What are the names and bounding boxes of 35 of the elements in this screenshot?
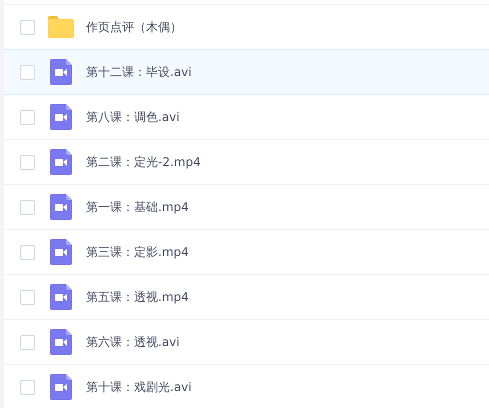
file-name[interactable]: 第八课：调色.avi: [86, 108, 180, 126]
file-name[interactable]: 第十课：戏剧光.avi: [86, 378, 192, 396]
file-row[interactable]: 第六课：透视.avi: [4, 319, 489, 364]
video-file-icon: [50, 374, 72, 400]
video-file-icon: [50, 329, 72, 355]
video-file-icon: [50, 149, 72, 175]
video-file-icon: [50, 239, 72, 265]
checkbox[interactable]: [20, 110, 35, 124]
file-name[interactable]: 作页点评（木偶）: [86, 18, 182, 36]
checkbox[interactable]: [20, 20, 35, 34]
checkbox[interactable]: [20, 64, 35, 80]
checkbox[interactable]: [20, 380, 35, 394]
file-row[interactable]: 第二课：定光-2.mp4: [4, 139, 489, 184]
video-file-icon: [50, 59, 72, 85]
file-row[interactable]: 第一课：基础.mp4: [4, 184, 489, 229]
folder-icon: [48, 16, 74, 38]
file-row[interactable]: 第十二课：毕设.avi: [4, 49, 489, 95]
checkbox[interactable]: [20, 154, 35, 170]
file-name[interactable]: 第二课：定光-2.mp4: [86, 154, 201, 170]
checkbox[interactable]: [20, 200, 35, 214]
file-row[interactable]: 第三课：定影.mp4: [4, 229, 489, 274]
file-row[interactable]: 第八课：调色.avi: [4, 94, 489, 139]
file-name[interactable]: 第十二课：毕设.avi: [86, 64, 192, 80]
video-file-icon: [50, 104, 72, 130]
checkbox[interactable]: [20, 334, 35, 350]
checkbox[interactable]: [20, 244, 35, 260]
checkbox[interactable]: [20, 290, 35, 304]
video-file-icon: [50, 194, 72, 220]
file-name[interactable]: 第五课：透视.mp4: [86, 288, 189, 306]
video-file-icon: [50, 284, 72, 310]
file-name[interactable]: 第六课：透视.avi: [86, 334, 180, 350]
file-row[interactable]: 第五课：透视.mp4: [4, 274, 489, 319]
file-name[interactable]: 第一课：基础.mp4: [86, 198, 189, 216]
file-row[interactable]: 第十课：戏剧光.avi: [4, 364, 489, 408]
file-name[interactable]: 第三课：定影.mp4: [86, 244, 189, 260]
